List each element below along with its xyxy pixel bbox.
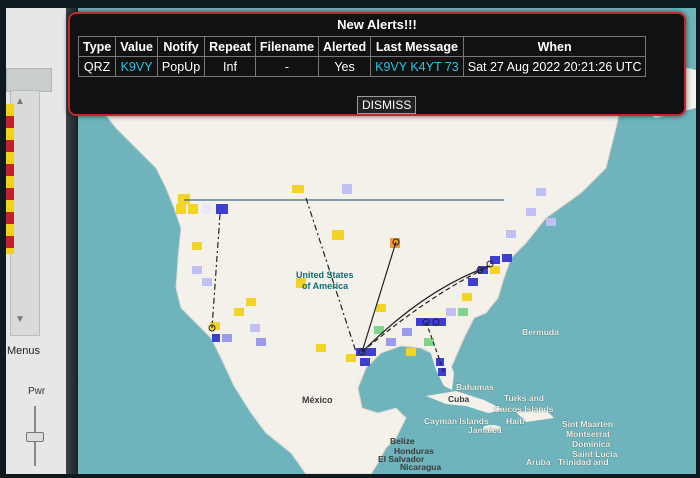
left-panel: ▲ ▼ Menus Pwr xyxy=(6,8,66,474)
alert-table-header: Type Value Notify Repeat Filename Alerte… xyxy=(77,36,647,57)
monitor-frame: United States of America México Bermuda … xyxy=(0,0,700,478)
cell-type: QRZ xyxy=(77,56,117,77)
map-label-dominica: Dominica xyxy=(572,439,611,449)
col-header: Value xyxy=(115,36,158,57)
col-header: Last Message xyxy=(370,36,464,57)
map-label-nicaragua: Nicaragua xyxy=(400,462,442,472)
map-label-sint-maarten: Sint Maarten xyxy=(562,419,614,429)
map-label-turks: Turks and xyxy=(504,393,544,403)
map-label-bermuda: Bermuda xyxy=(522,327,559,337)
map-label-caicos: Caicos Islands xyxy=(494,404,554,414)
table-row: QRZ K9VY PopUp Inf - Yes K9VY K4YT 73 Sa… xyxy=(77,56,647,77)
screen: United States of America México Bermuda … xyxy=(6,8,696,474)
cell-filename: - xyxy=(254,56,320,77)
alert-dialog: New Alerts!!! Type Value Notify Repeat F… xyxy=(68,12,686,116)
pwr-label: Pwr xyxy=(28,386,46,397)
cell-alerted: Yes xyxy=(318,56,372,77)
map-label-cuba: Cuba xyxy=(448,394,470,404)
col-header: Alerted xyxy=(318,36,372,57)
map-label-montserrat: Montserrat xyxy=(566,429,610,439)
map-label-belize: Belize xyxy=(390,436,415,446)
panel-tab[interactable] xyxy=(6,68,52,92)
cell-notify: PopUp xyxy=(156,56,206,77)
cell-last-message: K9VY K4YT 73 xyxy=(370,56,464,77)
scroll-down-icon[interactable]: ▼ xyxy=(15,314,25,325)
map-label-mexico: México xyxy=(302,395,333,405)
scroll-up-icon[interactable]: ▲ xyxy=(15,96,25,107)
map-label-us-1: United States xyxy=(296,270,354,280)
pwr-slider-handle[interactable] xyxy=(26,432,44,442)
cell-value: K9VY xyxy=(115,56,158,77)
map-label-trinidad: Trinidad and xyxy=(558,457,609,467)
cell-when: Sat 27 Aug 2022 20:21:26 UTC xyxy=(462,56,647,77)
map-label-jamaica: Jamaica xyxy=(468,425,502,435)
col-header: Filename xyxy=(254,36,320,57)
scrollbar[interactable] xyxy=(10,90,40,336)
band-indicator-strip xyxy=(6,104,14,254)
menus-label[interactable]: Menus xyxy=(7,345,40,357)
map-label-bahamas: Bahamas xyxy=(456,382,494,392)
cell-repeat: Inf xyxy=(204,56,256,77)
col-header: When xyxy=(462,36,647,57)
col-header: Repeat xyxy=(204,36,256,57)
alert-table: Type Value Notify Repeat Filename Alerte… xyxy=(77,36,647,77)
col-header: Notify xyxy=(156,36,206,57)
col-header: Type xyxy=(77,36,117,57)
alert-title: New Alerts!!! xyxy=(337,17,417,32)
dismiss-button[interactable]: DISMISS xyxy=(357,96,417,114)
map-label-aruba: Aruba xyxy=(526,457,551,467)
map-label-us-2: of America xyxy=(302,281,349,291)
map-label-haiti: Haiti xyxy=(506,416,525,426)
